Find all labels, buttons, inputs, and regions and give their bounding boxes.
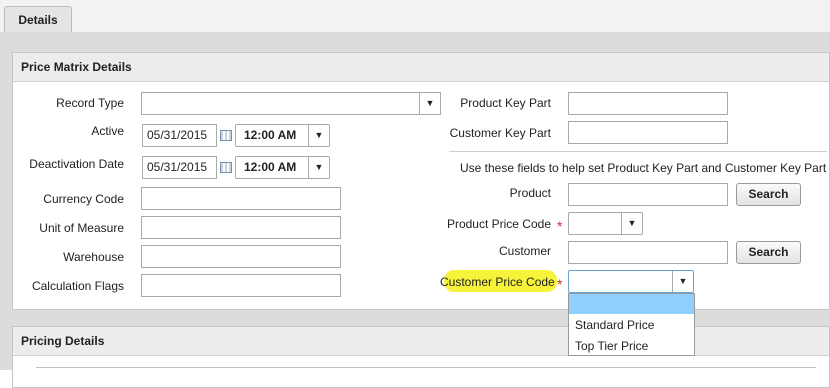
product-key-part-label: Product Key Part: [460, 96, 551, 110]
calendar-icon[interactable]: [220, 130, 232, 141]
dropdown-option-top-tier-price[interactable]: Top Tier Price: [569, 336, 694, 356]
customer-price-code-label: Customer Price Code: [440, 275, 555, 289]
customer-input[interactable]: [568, 241, 728, 264]
deactivation-time-select[interactable]: 12:00 AM ▼: [235, 156, 330, 179]
product-key-part-input[interactable]: [568, 92, 728, 115]
record-type-label: Record Type: [56, 96, 124, 110]
dropdown-option-blank[interactable]: [569, 294, 694, 314]
customer-key-part-label: Customer Key Part: [449, 126, 551, 140]
product-price-code-label: Product Price Code: [446, 217, 551, 231]
record-type-select[interactable]: ▼: [141, 92, 441, 115]
divider: [449, 151, 827, 152]
required-indicator: *: [557, 218, 563, 234]
calendar-icon[interactable]: [220, 162, 232, 173]
table-header-row: [36, 367, 816, 371]
pricing-details-panel: Pricing Details: [12, 326, 830, 388]
currency-code-label: Currency Code: [43, 192, 124, 206]
customer-key-part-input[interactable]: [568, 121, 728, 144]
currency-code-input[interactable]: [141, 187, 341, 210]
tab-details[interactable]: Details: [4, 6, 72, 33]
warehouse-label: Warehouse: [63, 250, 124, 264]
active-time-select[interactable]: 12:00 AM ▼: [235, 124, 330, 147]
dropdown-option-standard-price[interactable]: Standard Price: [569, 315, 694, 335]
deactivation-date-label: Deactivation Date: [29, 157, 124, 171]
product-search-button[interactable]: Search: [736, 183, 801, 206]
customer-label: Customer: [498, 244, 551, 258]
product-label: Product: [509, 186, 551, 200]
product-input[interactable]: [568, 183, 728, 206]
chevron-down-icon[interactable]: ▼: [419, 93, 440, 114]
unit-of-measure-input[interactable]: [141, 216, 341, 239]
tab-bar: [0, 0, 830, 33]
price-matrix-panel: Price Matrix Details: [12, 52, 830, 310]
customer-price-code-select[interactable]: ▼: [568, 270, 694, 293]
panel-title: Pricing Details: [13, 327, 829, 356]
calculation-flags-input[interactable]: [141, 274, 341, 297]
required-indicator: *: [557, 276, 563, 292]
customer-search-button[interactable]: Search: [736, 241, 801, 264]
chevron-down-icon[interactable]: ▼: [308, 157, 329, 178]
deactivation-date-input[interactable]: 05/31/2015: [142, 156, 217, 179]
active-label: Active: [91, 124, 124, 138]
chevron-down-icon[interactable]: ▼: [672, 271, 693, 292]
helper-text: Use these fields to help set Product Key…: [460, 161, 827, 175]
panel-title: Price Matrix Details: [13, 53, 829, 82]
unit-of-measure-label: Unit of Measure: [39, 221, 124, 235]
product-price-code-select[interactable]: ▼: [568, 212, 643, 235]
deactivation-time-value: 12:00 AM: [244, 160, 297, 174]
warehouse-input[interactable]: [141, 245, 341, 268]
calculation-flags-label: Calculation Flags: [31, 279, 124, 293]
active-date-input[interactable]: 05/31/2015: [142, 124, 217, 147]
active-time-value: 12:00 AM: [244, 128, 297, 142]
chevron-down-icon[interactable]: ▼: [308, 125, 329, 146]
customer-price-code-dropdown-list: Standard Price Top Tier Price: [568, 293, 695, 356]
chevron-down-icon[interactable]: ▼: [621, 213, 642, 234]
